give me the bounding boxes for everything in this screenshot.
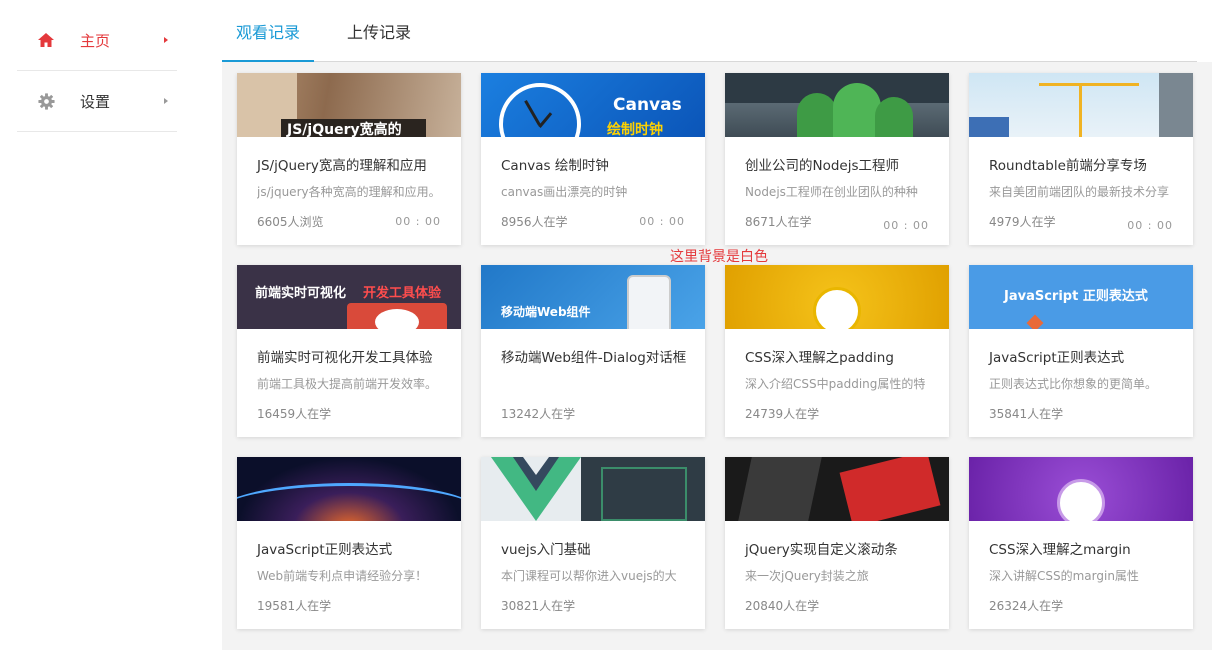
learner-count: 4979人在学 (989, 215, 1056, 229)
vue-logo-icon (491, 457, 581, 521)
course-description: Nodejs工程师在创业团队的种种 (745, 185, 918, 199)
course-card[interactable]: CSS深入理解之padding 深入介绍CSS中padding属性的特 2473… (725, 265, 949, 437)
course-title: 创业公司的Nodejs工程师 (745, 158, 900, 174)
course-card[interactable]: JavaScript 正则表达式 JavaScript正则表达式 正则表达式比你… (969, 265, 1193, 437)
course-title: Canvas 绘制时钟 (501, 158, 609, 174)
thumbnail-caption: 前端实时可视化 (255, 286, 347, 301)
course-title: 移动端Web组件-Dialog对话框 (501, 350, 687, 366)
sidebar-item-label: 设置 (80, 92, 111, 111)
home-icon (37, 31, 55, 49)
course-card[interactable]: Roundtable前端分享专场 来自美团前端团队的最新技术分享 4979人在学… (969, 73, 1193, 245)
course-thumbnail: JavaScript 正则表达式 (969, 265, 1193, 329)
chevron-right-icon (164, 37, 168, 43)
course-thumbnail (969, 457, 1193, 521)
learner-count: 16459人在学 (257, 407, 332, 421)
watch-time: 00 : 00 (639, 215, 685, 228)
background-note: 这里背景是白色 (670, 249, 768, 265)
learner-count: 8671人在学 (745, 215, 812, 229)
course-title: Roundtable前端分享专场 (989, 158, 1147, 174)
tab-upload-history[interactable]: 上传记录 (333, 19, 425, 62)
course-thumbnail (481, 457, 705, 521)
watch-time: 00 : 00 (395, 215, 441, 228)
gear-icon (37, 92, 55, 110)
learner-count: 24739人在学 (745, 407, 820, 421)
thumbnail-caption: JavaScript 正则表达式 (1004, 289, 1148, 304)
course-thumbnail: Canvas 绘制时钟 (481, 73, 705, 137)
course-thumbnail (969, 73, 1193, 137)
course-panel: 这里背景是白色 JS/jQuery宽高的 JS/jQuery宽高的理解和应用 j… (222, 62, 1212, 650)
course-card[interactable]: jQuery实现自定义滚动条 来一次jQuery封装之旅 20840人在学 (725, 457, 949, 629)
learner-count: 6605人浏览 (257, 215, 324, 229)
course-thumbnail (237, 457, 461, 521)
tab-watch-history[interactable]: 观看记录 (222, 19, 315, 62)
tab-bar: 观看记录 上传记录 (222, 0, 1197, 62)
thumbnail-caption: 移动端Web组件 (501, 305, 591, 319)
thumbnail-caption: 开发工具体验 (363, 286, 442, 301)
learner-count: 30821人在学 (501, 599, 576, 613)
course-title: 前端实时可视化开发工具体验 (257, 350, 433, 366)
course-description: 正则表达式比你想象的更简单。 (989, 377, 1158, 391)
course-description: 来一次jQuery封装之旅 (745, 569, 869, 583)
thumbnail-caption: JS/jQuery宽高的 (287, 122, 402, 137)
course-title: CSS深入理解之margin (989, 542, 1131, 558)
course-thumbnail (725, 265, 949, 329)
course-description: 深入讲解CSS的margin属性 (989, 569, 1139, 583)
learner-count: 13242人在学 (501, 407, 576, 421)
course-title: vuejs入门基础 (501, 542, 591, 558)
course-thumbnail: 移动端Web组件 (481, 265, 705, 329)
watch-time: 00 : 00 (1127, 219, 1173, 232)
learner-count: 35841人在学 (989, 407, 1064, 421)
thumbnail-caption: 绘制时钟 (607, 122, 663, 137)
thumbnail-caption: Canvas (613, 95, 682, 115)
course-card[interactable]: Canvas 绘制时钟 Canvas 绘制时钟 canvas画出漂亮的时钟 89… (481, 73, 705, 245)
course-card[interactable]: 创业公司的Nodejs工程师 Nodejs工程师在创业团队的种种 8671人在学… (725, 73, 949, 245)
sidebar-item-label: 主页 (80, 31, 111, 50)
course-description: 深入介绍CSS中padding属性的特 (745, 377, 926, 391)
course-description: Web前端专利点申请经验分享！ (257, 569, 428, 583)
course-title: CSS深入理解之padding (745, 350, 894, 366)
watch-time: 00 : 00 (883, 219, 929, 232)
course-card[interactable]: JS/jQuery宽高的 JS/jQuery宽高的理解和应用 js/jquery… (237, 73, 461, 245)
course-title: JavaScript正则表达式 (989, 350, 1125, 366)
learner-count: 20840人在学 (745, 599, 820, 613)
course-description: js/jquery各种宽高的理解和应用。 (257, 185, 441, 199)
course-title: jQuery实现自定义滚动条 (745, 542, 898, 558)
sidebar: 主页 设置 (17, 10, 177, 132)
course-card[interactable]: JavaScript正则表达式 Web前端专利点申请经验分享！ 19581人在学 (237, 457, 461, 629)
sidebar-item-home[interactable]: 主页 (17, 10, 177, 71)
learner-count: 8956人在学 (501, 215, 568, 229)
course-description: 本门课程可以帮你进入vuejs的大 (501, 569, 677, 583)
course-thumbnail: 前端实时可视化 开发工具体验 (237, 265, 461, 329)
course-card[interactable]: 移动端Web组件 移动端Web组件-Dialog对话框 13242人在学 (481, 265, 705, 437)
learner-count: 26324人在学 (989, 599, 1064, 613)
course-thumbnail (725, 73, 949, 137)
course-description: 前端工具极大提高前端开发效率。 (257, 377, 438, 391)
course-thumbnail: JS/jQuery宽高的 (237, 73, 461, 137)
chevron-right-icon (164, 98, 168, 104)
learner-count: 19581人在学 (257, 599, 332, 613)
course-thumbnail (725, 457, 949, 521)
course-description: 来自美团前端团队的最新技术分享 (989, 185, 1170, 199)
course-title: JS/jQuery宽高的理解和应用 (257, 158, 427, 174)
course-description: canvas画出漂亮的时钟 (501, 185, 628, 199)
course-card[interactable]: vuejs入门基础 本门课程可以帮你进入vuejs的大 30821人在学 (481, 457, 705, 629)
sidebar-item-settings[interactable]: 设置 (17, 71, 177, 132)
course-card[interactable]: CSS深入理解之margin 深入讲解CSS的margin属性 26324人在学 (969, 457, 1193, 629)
course-card[interactable]: 前端实时可视化 开发工具体验 前端实时可视化开发工具体验 前端工具极大提高前端开… (237, 265, 461, 437)
course-title: JavaScript正则表达式 (257, 542, 393, 558)
